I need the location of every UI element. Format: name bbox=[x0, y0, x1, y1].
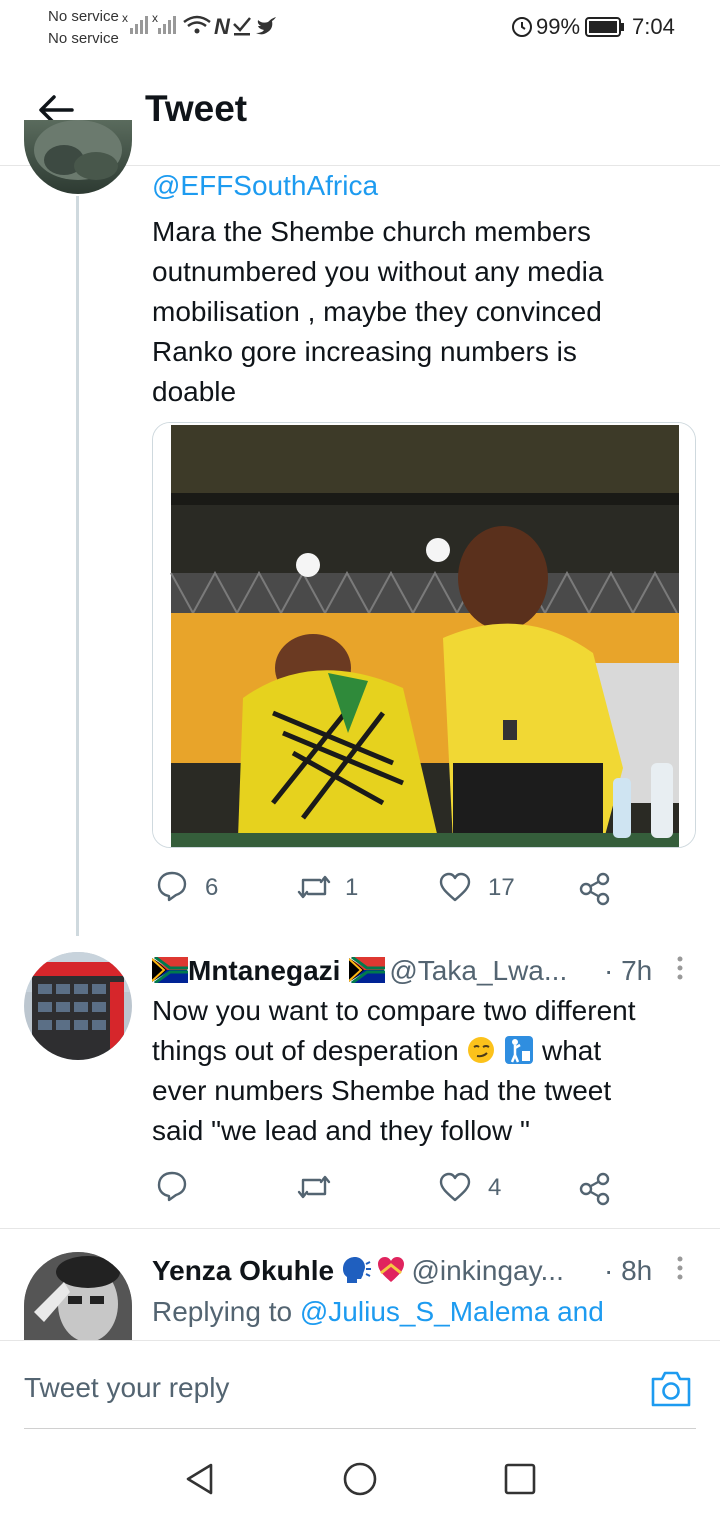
share-icon bbox=[579, 1172, 610, 1206]
replying-to-link[interactable]: @Julius_S_Malema and bbox=[300, 1296, 604, 1327]
handle[interactable]: @Taka_Lwa... bbox=[389, 955, 567, 986]
like-button[interactable] bbox=[438, 1172, 472, 1207]
carrier-1-label: No service bbox=[48, 8, 119, 25]
camera-button[interactable] bbox=[650, 1368, 692, 1413]
speaking-head-emoji-icon bbox=[342, 1257, 371, 1283]
camera-icon bbox=[651, 1371, 691, 1407]
timestamp: · 7h bbox=[604, 955, 653, 986]
tweet-photo[interactable] bbox=[152, 422, 696, 848]
tweet-line: Mara the Shembe church members bbox=[152, 216, 591, 247]
battery-percent: 99% bbox=[536, 14, 581, 39]
share-button[interactable] bbox=[578, 1172, 612, 1211]
reply-icon bbox=[157, 871, 187, 902]
like-count: 17 bbox=[488, 874, 515, 901]
tweet-divider bbox=[0, 1228, 720, 1229]
reply-icon bbox=[157, 1171, 187, 1202]
more-vertical-icon bbox=[677, 956, 683, 980]
nav-recents-button[interactable] bbox=[504, 1463, 536, 1500]
retweet-icon bbox=[297, 1175, 331, 1199]
page-title: Tweet bbox=[145, 88, 248, 129]
tweet-header: Mntanegazi @Taka_Lwa... bbox=[151, 955, 567, 987]
timestamp: · 8h bbox=[604, 1255, 653, 1286]
handle[interactable]: @inkingay... bbox=[411, 1255, 563, 1286]
south-africa-flag-icon bbox=[151, 955, 189, 985]
nav-home-button[interactable] bbox=[342, 1461, 378, 1502]
circle-home-icon bbox=[343, 1462, 377, 1496]
smirk-emoji-icon bbox=[468, 1037, 495, 1063]
tweet-line: outnumbered you without any media bbox=[152, 256, 604, 287]
share-button[interactable] bbox=[578, 872, 612, 911]
replying-to-label: Replying to bbox=[152, 1296, 293, 1327]
south-africa-flag-icon bbox=[348, 955, 386, 985]
litter-bin-emoji-icon bbox=[505, 1036, 534, 1064]
tweet-body: Mara the Shembe church members outnumber… bbox=[152, 212, 692, 412]
heart-icon bbox=[439, 1172, 471, 1202]
carrier-2-label: No service bbox=[48, 30, 119, 47]
avatar[interactable] bbox=[24, 120, 132, 194]
tweet-line: doable bbox=[152, 376, 237, 407]
tweet-line: ever numbers Shembe had the tweet bbox=[152, 1075, 612, 1106]
heart-icon bbox=[439, 872, 471, 902]
mention-link[interactable]: @EFFSouthAfrica bbox=[152, 166, 378, 206]
more-options-button[interactable] bbox=[670, 1254, 690, 1291]
svg-text:x: x bbox=[122, 11, 128, 25]
square-recents-icon bbox=[504, 1463, 536, 1495]
reply-button[interactable] bbox=[156, 1170, 188, 1207]
clock: 7:04 bbox=[632, 14, 675, 39]
tweet-header: Yenza Okuhle @inkingay... bbox=[152, 1255, 564, 1287]
retweet-button[interactable] bbox=[296, 1172, 332, 1207]
mention-effsouthafrica[interactable]: @EFFSouthAfrica bbox=[152, 170, 378, 201]
reply-count: 6 bbox=[205, 874, 219, 901]
battery-icon bbox=[585, 17, 625, 42]
signal-icons: x x N bbox=[122, 10, 300, 45]
replying-to: Replying to @Julius_S_Malema and bbox=[152, 1296, 604, 1328]
tweet-line: said "we lead and they follow " bbox=[152, 1115, 530, 1146]
triangle-back-icon bbox=[186, 1463, 213, 1495]
tweet-line-text: things out of desperation bbox=[152, 1035, 459, 1066]
display-name[interactable]: Yenza Okuhle bbox=[152, 1255, 334, 1286]
retweet-button[interactable] bbox=[296, 872, 332, 907]
retweet-icon bbox=[297, 875, 331, 899]
alarm-icon bbox=[510, 14, 534, 43]
tweet-line: mobilisation , maybe they convinced bbox=[152, 296, 602, 327]
more-vertical-icon bbox=[677, 1256, 683, 1280]
avatar[interactable] bbox=[24, 952, 132, 1060]
reply-button[interactable] bbox=[156, 870, 188, 907]
reply-underline bbox=[24, 1428, 696, 1429]
display-name[interactable]: Mntanegazi bbox=[188, 955, 340, 986]
tweet-body: Now you want to compare two different th… bbox=[152, 991, 712, 1151]
avatar[interactable] bbox=[24, 1252, 132, 1340]
more-options-button[interactable] bbox=[670, 954, 690, 991]
svg-text:N: N bbox=[214, 14, 231, 39]
heart-with-ribbon-emoji-icon bbox=[377, 1257, 404, 1282]
tweet-line: Ranko gore increasing numbers is bbox=[152, 336, 577, 367]
reply-input[interactable]: Tweet your reply bbox=[24, 1372, 229, 1404]
retweet-count: 1 bbox=[345, 874, 359, 901]
svg-text:x: x bbox=[152, 11, 158, 25]
like-button[interactable] bbox=[438, 872, 472, 907]
tweet-line-text: what bbox=[542, 1035, 602, 1066]
thread-line bbox=[76, 196, 79, 936]
nav-back-button[interactable] bbox=[183, 1462, 217, 1501]
share-icon bbox=[579, 872, 610, 906]
tweet-line: Now you want to compare two different bbox=[152, 995, 636, 1026]
tweet-line: things out of desperation what bbox=[152, 1031, 712, 1071]
like-count: 4 bbox=[488, 1174, 502, 1201]
